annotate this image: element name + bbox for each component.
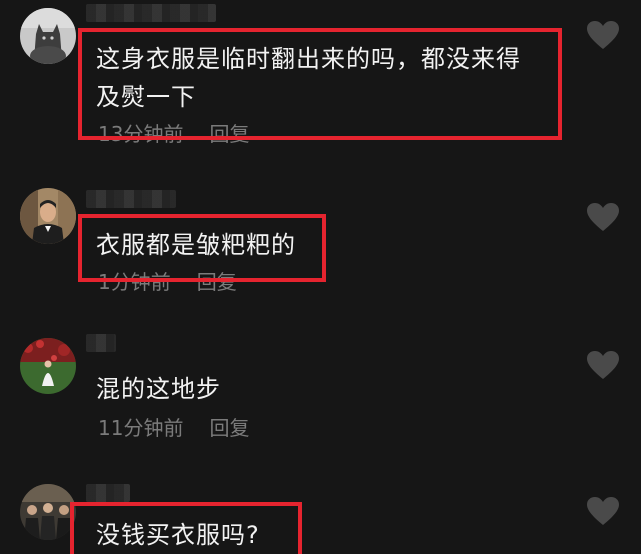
comment-text-line: 及熨一下 [96, 83, 196, 111]
man-in-suit-avatar-icon [20, 188, 76, 244]
comment-item: 混的这地步 11分钟前 回复 [0, 330, 641, 450]
comment-time: 11分钟前 [98, 416, 184, 440]
reply-button[interactable]: 回复 [197, 270, 237, 294]
avatar[interactable] [20, 338, 76, 394]
comment-text-line: 没钱买衣服吗? [96, 521, 260, 549]
group-photo-avatar-icon [20, 484, 76, 540]
comment-item: 没钱买衣服吗? [0, 476, 641, 554]
reply-button[interactable]: 回复 [209, 416, 249, 440]
comment-time: 13分钟前 [98, 122, 184, 146]
avatar[interactable] [20, 188, 76, 244]
avatar[interactable] [20, 484, 76, 540]
heart-icon[interactable] [586, 496, 620, 526]
reply-button[interactable]: 回复 [209, 122, 249, 146]
comment-text-line: 衣服都是皱粑粑的 [96, 231, 296, 259]
heart-icon[interactable] [586, 350, 620, 380]
woman-in-field-avatar-icon [20, 338, 76, 394]
username-blurred [86, 484, 130, 502]
comment-meta: 1分钟前 回复 [98, 270, 237, 294]
comment-list: 这身衣服是临时翻出来的吗，都没来得 及熨一下 13分钟前回复 衣服都是皱粑粑的 [0, 0, 641, 554]
comment-item: 衣服都是皱粑粑的 1分钟前 回复 [0, 180, 641, 310]
username-blurred [86, 4, 216, 22]
comment-meta: 11分钟前 回复 [98, 416, 249, 440]
comment-item: 这身衣服是临时翻出来的吗，都没来得 及熨一下 13分钟前 回复 [0, 0, 641, 150]
heart-icon[interactable] [586, 202, 620, 232]
comment-text: 衣服都是皱粑粑的 [96, 226, 296, 264]
comment-meta: 13分钟前 回复 [98, 122, 249, 146]
username-blurred [86, 334, 116, 352]
cat-avatar-icon [20, 8, 76, 64]
comment-text: 没钱买衣服吗? [96, 516, 260, 554]
comment-text-line: 混的这地步 [96, 375, 221, 403]
heart-icon[interactable] [586, 20, 620, 50]
username-blurred [86, 190, 176, 208]
comment-text: 混的这地步 [96, 370, 221, 408]
avatar[interactable] [20, 8, 76, 64]
comment-text-line: 这身衣服是临时翻出来的吗，都没来得 [96, 45, 521, 73]
comment-time: 1分钟前 [98, 270, 171, 294]
comment-text: 这身衣服是临时翻出来的吗，都没来得 及熨一下 [96, 40, 521, 116]
